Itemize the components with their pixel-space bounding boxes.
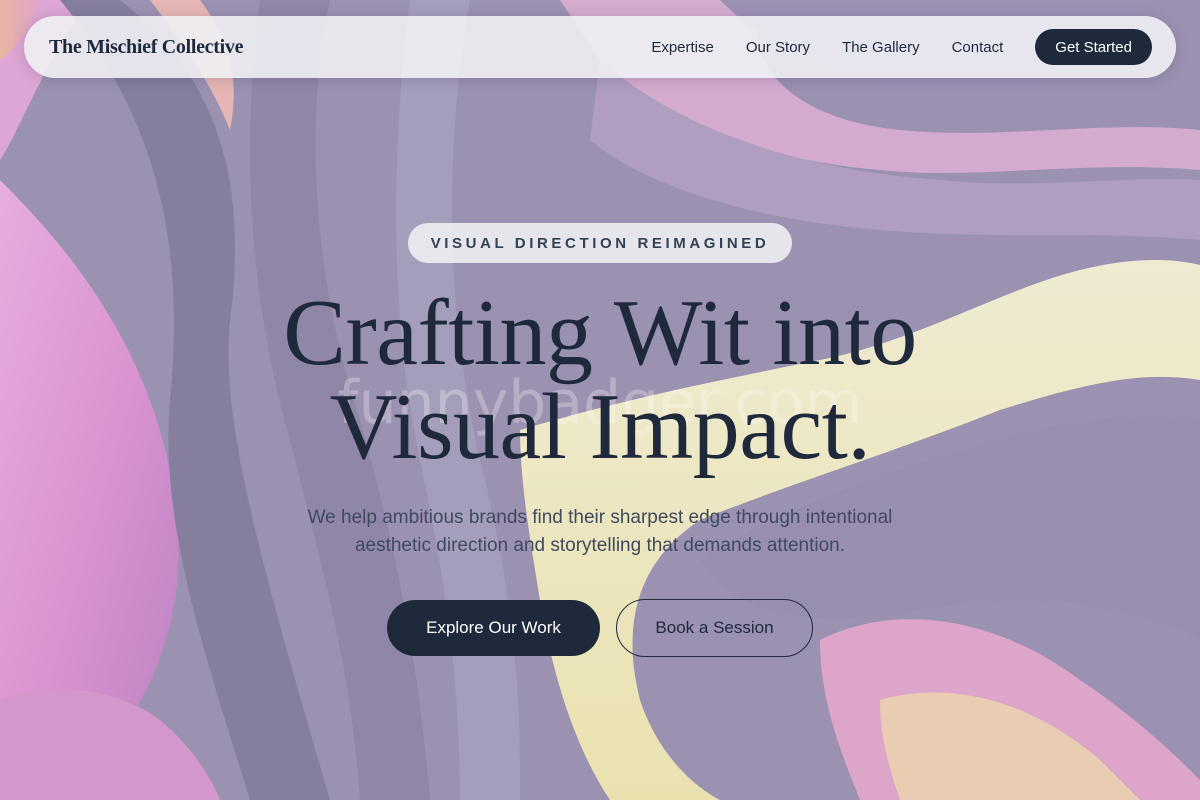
hero-subtitle: We help ambitious brands find their shar…	[260, 504, 940, 560]
nav-link-contact[interactable]: Contact	[952, 39, 1004, 56]
top-navigation-bar: The Mischief Collective Expertise Our St…	[24, 16, 1176, 78]
book-a-session-button[interactable]: Book a Session	[616, 599, 813, 657]
hero-subtitle-line-1: We help ambitious brands find their shar…	[307, 507, 893, 528]
explore-our-work-button[interactable]: Explore Our Work	[387, 600, 600, 656]
nav-links: Expertise Our Story The Gallery Contact …	[651, 29, 1152, 65]
get-started-button[interactable]: Get Started	[1035, 29, 1152, 65]
brand-logo-text[interactable]: The Mischief Collective	[49, 36, 243, 59]
hero-headline: Crafting Wit into Visual Impact.	[160, 286, 1040, 474]
hero-subtitle-line-2: aesthetic direction and storytelling tha…	[354, 535, 846, 556]
nav-link-the-gallery[interactable]: The Gallery	[842, 39, 920, 56]
hero-headline-line-1: Crafting Wit into	[283, 281, 917, 385]
eyebrow-badge: VISUAL DIRECTION REIMAGINED	[408, 223, 792, 263]
hero-headline-line-2: Visual Impact.	[329, 375, 871, 479]
hero-section: VISUAL DIRECTION REIMAGINED funnybadger.…	[0, 0, 1200, 800]
nav-link-our-story[interactable]: Our Story	[746, 39, 810, 56]
nav-link-expertise[interactable]: Expertise	[651, 39, 714, 56]
